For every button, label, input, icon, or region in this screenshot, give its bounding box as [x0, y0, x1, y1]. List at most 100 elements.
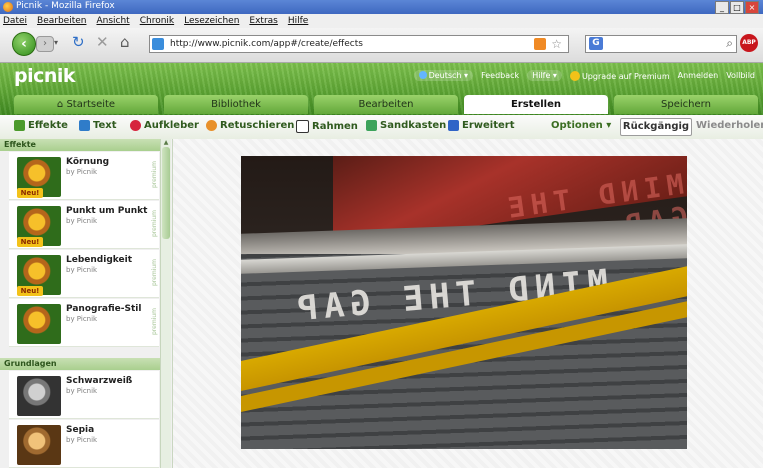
bookmark-star-icon[interactable]: ☆ — [551, 36, 562, 52]
menu-bearbeiten[interactable]: Bearbeiten — [37, 16, 86, 26]
minimize-button[interactable]: _ — [715, 1, 729, 14]
tab-erstellen[interactable]: Erstellen — [464, 95, 608, 114]
effect-name: Körnung — [66, 157, 110, 167]
language-label: Deutsch — [428, 71, 462, 80]
smiley-icon — [569, 70, 580, 81]
tab-speichern[interactable]: Speichern — [614, 95, 758, 114]
language-selector[interactable]: Deutsch ▾ — [413, 70, 474, 81]
effect-thumbnail — [17, 304, 61, 344]
effect-author: by Picnik — [66, 217, 98, 225]
effect-name: Lebendigkeit — [66, 255, 132, 265]
effect-item-lebendigkeit[interactable]: Neu! Lebendigkeit by Picnik premium — [9, 250, 159, 298]
picnik-logo[interactable]: picnik — [14, 65, 76, 87]
tool-erweitert[interactable]: Erweitert — [448, 120, 515, 131]
premium-label: premium — [151, 259, 158, 287]
stop-icon[interactable]: ✕ — [96, 35, 109, 50]
history-dropdown-icon[interactable]: ▾ — [54, 38, 58, 47]
undo-button[interactable]: Rückgängig — [620, 118, 692, 136]
effect-author: by Picnik — [66, 266, 98, 274]
rss-icon[interactable] — [534, 38, 546, 50]
window-controls: _ □ × — [715, 1, 759, 14]
effect-name: Punkt um Punkt — [66, 206, 148, 216]
tool-label: Effekte — [28, 120, 68, 131]
text-icon — [79, 120, 90, 131]
maximize-button[interactable]: □ — [730, 1, 744, 14]
effect-name: Panografie-Stil — [66, 304, 142, 314]
canvas-area: MIND THE GAP MIND THE GAP — [173, 139, 763, 468]
home-icon[interactable]: ⌂ — [120, 35, 130, 50]
menu-lesezeichen[interactable]: Lesezeichen — [184, 16, 239, 26]
close-button[interactable]: × — [745, 1, 759, 14]
options-dropdown[interactable]: Optionen ▾ — [551, 120, 611, 131]
back-button[interactable]: ‹ — [12, 32, 36, 56]
premium-label: premium — [151, 308, 158, 336]
new-badge: Neu! — [17, 286, 43, 296]
effect-name: Schwarzweiß — [66, 376, 133, 386]
menu-datei[interactable]: Datei — [3, 16, 27, 26]
menu-extras[interactable]: Extras — [249, 16, 277, 26]
help-menu[interactable]: Hilfe ▾ — [527, 70, 562, 81]
window-titlebar: Picnik - Mozilla Firefox _ □ × — [0, 0, 763, 14]
scroll-thumb[interactable] — [162, 147, 170, 239]
effect-item-koernung[interactable]: Neu! Körnung by Picnik premium — [9, 152, 159, 200]
effect-item-sepia[interactable]: Sepia by Picnik — [9, 420, 159, 468]
redo-button[interactable]: Wiederholen — [696, 120, 763, 131]
tool-label: Text — [93, 120, 117, 131]
main-tabs: ⌂ Startseite Bibliothek Bearbeiten Erste… — [14, 95, 758, 114]
effect-item-panografie[interactable]: Panografie-Stil by Picnik premium — [9, 299, 159, 347]
upgrade-link[interactable]: Upgrade auf Premium — [569, 70, 670, 81]
header-links: Deutsch ▾ Feedback Hilfe ▾ Upgrade auf P… — [413, 70, 755, 81]
search-bar[interactable]: G ⌕ — [585, 35, 737, 53]
tab-bibliothek[interactable]: Bibliothek — [164, 95, 308, 114]
retouch-icon — [206, 120, 217, 131]
site-favicon — [152, 38, 164, 50]
tool-aufkleber[interactable]: Aufkleber — [130, 120, 199, 131]
tab-label: Startseite — [66, 99, 116, 110]
effect-author: by Picnik — [66, 436, 98, 444]
tool-effekte[interactable]: Effekte — [14, 120, 68, 131]
menu-chronik[interactable]: Chronik — [140, 16, 174, 26]
effect-author: by Picnik — [66, 168, 98, 176]
search-engine-icon[interactable]: G — [589, 37, 603, 50]
menu-bar: Datei Bearbeiten Ansicht Chronik Lesezei… — [0, 14, 763, 28]
new-badge: Neu! — [17, 188, 43, 198]
effect-author: by Picnik — [66, 315, 98, 323]
options-label: Optionen — [551, 120, 603, 131]
tool-label: Erweitert — [462, 120, 515, 131]
reload-icon[interactable]: ↻ — [72, 35, 85, 50]
effect-item-schwarzweiss[interactable]: Schwarzweiß by Picnik — [9, 371, 159, 419]
upgrade-label: Upgrade auf Premium — [581, 71, 670, 81]
tool-label: Sandkasten — [380, 120, 447, 131]
feedback-link[interactable]: Feedback — [481, 71, 519, 80]
tool-text[interactable]: Text — [79, 120, 117, 131]
effects-sidebar: Effekte Neu! Körnung by Picnik premium N… — [0, 139, 173, 468]
heart-icon — [130, 120, 141, 131]
tool-rahmen[interactable]: Rahmen — [296, 120, 358, 133]
tool-sandkasten[interactable]: Sandkasten — [366, 120, 446, 131]
effect-item-punkt-um-punkt[interactable]: Neu! Punkt um Punkt by Picnik premium — [9, 201, 159, 249]
globe-icon — [418, 71, 427, 79]
edited-photo[interactable]: MIND THE GAP MIND THE GAP — [241, 156, 687, 449]
frame-icon — [296, 120, 309, 133]
tool-strip: Effekte Text Aufkleber Retuschieren Rahm… — [0, 115, 763, 140]
menu-ansicht[interactable]: Ansicht — [96, 16, 129, 26]
effect-thumbnail — [17, 376, 61, 416]
url-bar[interactable]: http://www.picnik.com/app#/create/effect… — [149, 35, 569, 53]
fullscreen-link[interactable]: Vollbild — [726, 71, 755, 80]
forward-button[interactable]: › — [36, 36, 54, 52]
sidebar-scrollbar[interactable]: ▲ — [160, 139, 171, 468]
effects-icon — [14, 120, 25, 131]
premium-label: premium — [151, 210, 158, 238]
sandbox-icon — [366, 120, 377, 131]
tool-label: Rahmen — [312, 121, 358, 132]
tab-bearbeiten[interactable]: Bearbeiten — [314, 95, 458, 114]
search-icon[interactable]: ⌕ — [726, 36, 733, 51]
tool-retuschieren[interactable]: Retuschieren — [206, 120, 294, 131]
adblock-icon[interactable]: ABP — [740, 34, 758, 52]
tool-label: Aufkleber — [144, 120, 199, 131]
scroll-up-arrow-icon[interactable]: ▲ — [162, 139, 170, 146]
tab-startseite[interactable]: ⌂ Startseite — [14, 95, 158, 114]
effect-thumbnail — [17, 425, 61, 465]
signin-link[interactable]: Anmelden — [678, 71, 719, 80]
menu-hilfe[interactable]: Hilfe — [288, 16, 308, 26]
